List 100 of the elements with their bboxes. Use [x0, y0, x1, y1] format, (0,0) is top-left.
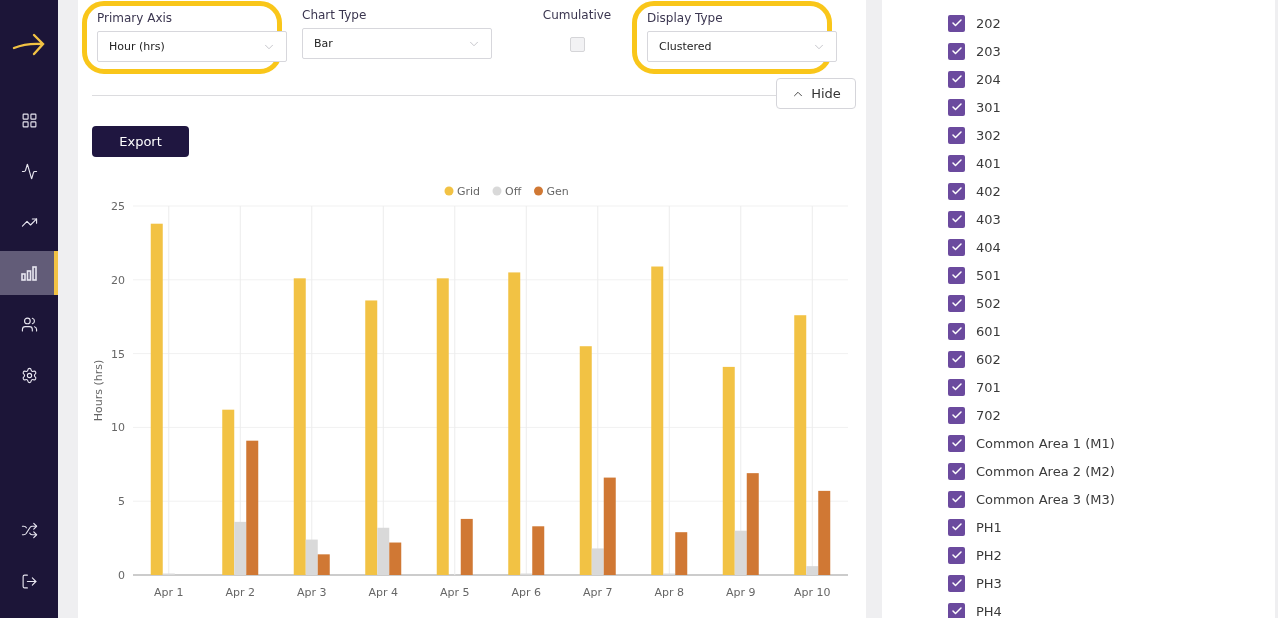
- checkbox[interactable]: [948, 546, 965, 564]
- x-tick-label: Apr 4: [368, 586, 398, 599]
- nav-item[interactable]: [0, 251, 58, 295]
- x-tick-label: Apr 2: [225, 586, 255, 599]
- pulse-icon: [20, 162, 38, 180]
- checkbox[interactable]: [948, 406, 965, 424]
- checkbox[interactable]: [569, 37, 585, 52]
- field-label: Primary Axis: [97, 11, 174, 27]
- checkbox[interactable]: [948, 210, 965, 228]
- x-tick-label: Apr 5: [440, 586, 470, 599]
- dropdown-select[interactable]: Clustered: [647, 31, 837, 62]
- check-icon: [950, 101, 963, 113]
- meter-label: 402: [976, 183, 1001, 199]
- checkbox[interactable]: [948, 238, 965, 256]
- check-icon: [950, 465, 963, 477]
- meter-label: 401: [976, 155, 1001, 171]
- check-icon: [950, 381, 963, 393]
- checkbox[interactable]: [948, 154, 965, 172]
- checkbox[interactable]: [948, 350, 965, 368]
- check-icon: [950, 17, 963, 29]
- check-icon: [950, 577, 963, 589]
- meter-label: 701: [976, 379, 1001, 395]
- x-tick-label: Apr 3: [297, 586, 327, 599]
- checkbox[interactable]: [948, 490, 965, 508]
- checkbox[interactable]: [948, 602, 965, 618]
- y-tick-label: 10: [111, 421, 125, 435]
- bar-chart-icon: [20, 264, 38, 282]
- check-icon: [950, 297, 963, 309]
- checkbox[interactable]: [948, 574, 965, 592]
- check-icon: [950, 185, 963, 197]
- checkbox[interactable]: [948, 182, 965, 200]
- shuffle-icon: [20, 521, 38, 539]
- meter-label: Common Area 2 (M2): [976, 463, 1115, 479]
- bar: [460, 518, 473, 575]
- meter-label: 301: [976, 99, 1001, 115]
- y-tick-label: 20: [111, 273, 125, 287]
- x-tick-label: Apr 7: [583, 586, 613, 599]
- checkbox[interactable]: [948, 322, 965, 340]
- x-tick-label: Apr 8: [654, 586, 684, 599]
- field-label: Display Type: [647, 11, 724, 27]
- check-icon: [950, 213, 963, 225]
- check-icon: [950, 521, 963, 533]
- field-label: Cumulative: [542, 8, 612, 24]
- legend-item[interactable]: Off: [492, 185, 522, 198]
- checkbox[interactable]: [948, 126, 965, 144]
- users-icon: [20, 315, 38, 333]
- meter-label: 403: [976, 211, 1001, 227]
- checkbox[interactable]: [948, 518, 965, 536]
- dropdown-select[interactable]: Bar: [302, 28, 492, 59]
- checkbox[interactable]: [948, 462, 965, 480]
- meter-label: Common Area 1 (M1): [976, 435, 1115, 451]
- check-icon: [950, 605, 963, 617]
- checkbox[interactable]: [948, 98, 965, 116]
- meter-label: PH1: [976, 519, 1002, 535]
- x-tick-label: Apr 1: [154, 586, 184, 599]
- legend-label: Grid: [457, 185, 481, 198]
- meter-label: 202: [976, 15, 1001, 31]
- checkbox[interactable]: [948, 266, 965, 284]
- check-icon: [950, 241, 963, 253]
- check-icon: [950, 45, 963, 57]
- meter-label: 404: [976, 239, 1001, 255]
- check-icon: [950, 73, 963, 85]
- check-icon: [950, 549, 963, 561]
- y-axis-title: Hours (hrs): [92, 359, 105, 422]
- checkbox[interactable]: [948, 434, 965, 452]
- meter-label: 602: [976, 351, 1001, 367]
- field-label: Chart Type: [302, 8, 368, 24]
- y-tick-label: 5: [118, 495, 125, 509]
- legend-label: Off: [505, 185, 522, 198]
- y-tick-label: 0: [118, 569, 125, 582]
- x-tick-label: Apr 6: [511, 586, 541, 599]
- y-tick-label: 15: [111, 347, 125, 361]
- dropdown-select[interactable]: Hour (hrs): [97, 31, 287, 62]
- legend-item[interactable]: Grid: [444, 185, 481, 198]
- checkbox[interactable]: [948, 14, 965, 32]
- checkbox[interactable]: [948, 378, 965, 396]
- meter-label: PH4: [976, 603, 1002, 618]
- settings-icon: [20, 366, 38, 384]
- check-icon: [950, 493, 963, 505]
- meter-label: 302: [976, 127, 1001, 143]
- export-button[interactable]: Export: [92, 126, 189, 157]
- meter-label: PH2: [976, 547, 1002, 563]
- y-tick-label: 25: [111, 200, 125, 213]
- meter-label: PH3: [976, 575, 1002, 591]
- legend-label: Gen: [546, 185, 569, 198]
- meter-label: 501: [976, 267, 1001, 283]
- checkbox[interactable]: [948, 294, 965, 312]
- meter-label: 702: [976, 407, 1001, 423]
- check-icon: [950, 437, 963, 449]
- hide-button[interactable]: Hide: [776, 78, 856, 109]
- checkbox[interactable]: [948, 42, 965, 60]
- check-icon: [950, 129, 963, 141]
- meter-label: 502: [976, 295, 1001, 311]
- legend-item[interactable]: Gen: [534, 185, 569, 198]
- x-tick-label: Apr 9: [726, 586, 756, 599]
- meter-label: 204: [976, 71, 1001, 87]
- check-icon: [950, 269, 963, 281]
- checkbox[interactable]: [948, 70, 965, 88]
- check-icon: [950, 353, 963, 365]
- meter-label: 601: [976, 323, 1001, 339]
